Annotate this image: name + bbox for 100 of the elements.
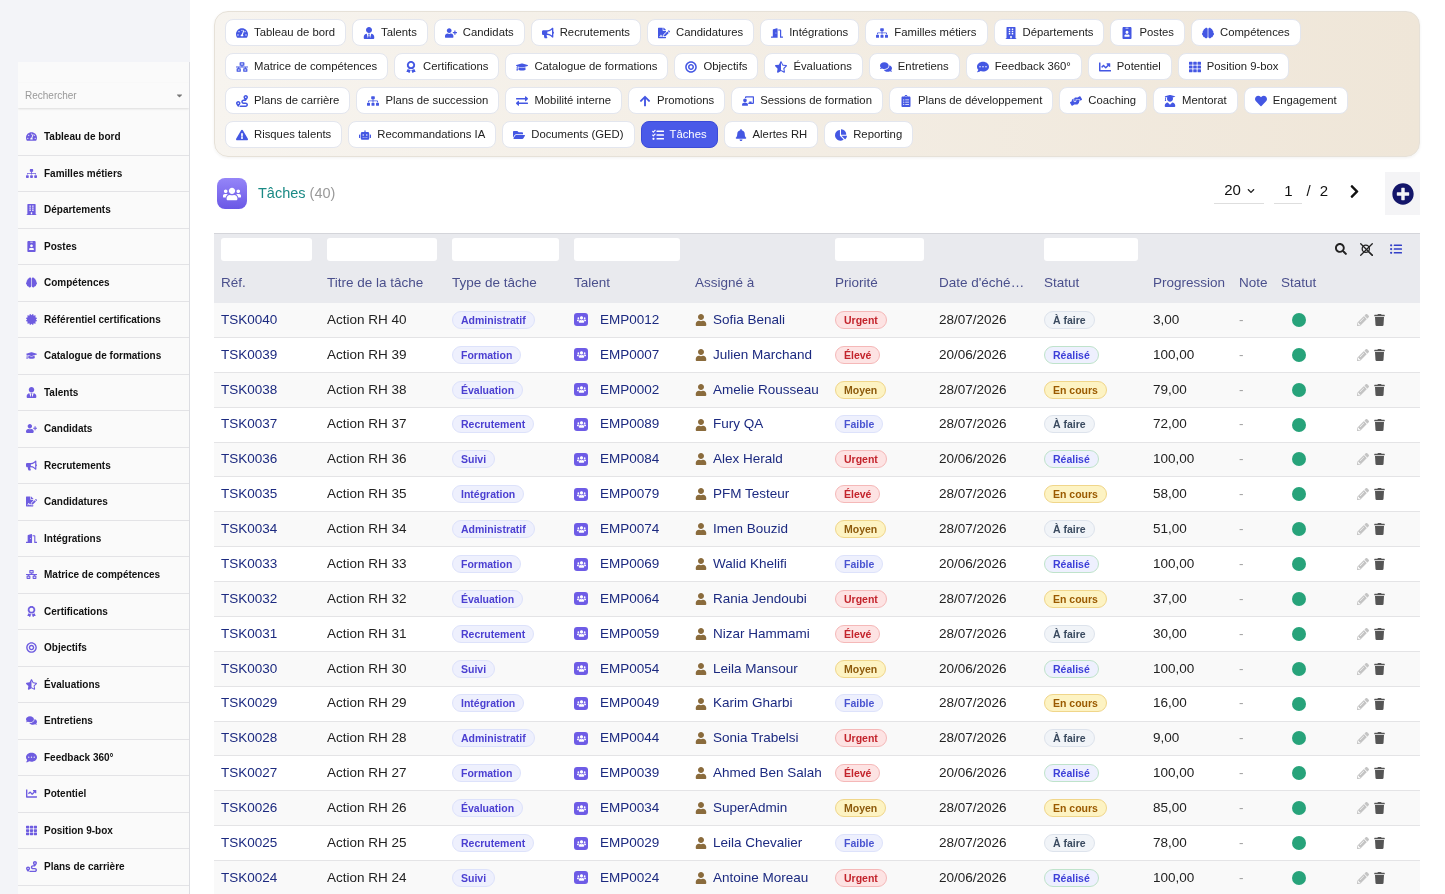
list-icon[interactable] [1390, 243, 1402, 255]
edit-button[interactable] [1357, 767, 1369, 780]
nav-tab[interactable]: Évaluations [764, 53, 863, 80]
next-page-button[interactable] [1349, 183, 1360, 199]
delete-button[interactable] [1374, 662, 1385, 675]
column-header[interactable]: Priorité [835, 274, 878, 290]
sidebar-item[interactable]: Talents [18, 374, 189, 411]
ref-link[interactable]: TSK0026 [221, 800, 278, 816]
delete-button[interactable] [1374, 697, 1385, 710]
nav-tab[interactable]: Tâches [640, 121, 718, 148]
nav-tab[interactable]: Documents (GED) [502, 121, 635, 148]
nav-tab[interactable]: Plans de carrière [225, 87, 351, 114]
edit-button[interactable] [1357, 871, 1369, 884]
delete-button[interactable] [1374, 802, 1385, 815]
nav-tab[interactable]: Reporting [824, 121, 914, 148]
delete-button[interactable] [1374, 767, 1385, 780]
edit-button[interactable] [1357, 802, 1369, 815]
nav-tab[interactable]: Certifications [394, 53, 500, 80]
delete-button[interactable] [1374, 871, 1385, 884]
delete-button[interactable] [1374, 732, 1385, 745]
nav-tab[interactable]: Matrice de compétences [225, 53, 389, 80]
nav-tab[interactable]: Postes [1110, 19, 1185, 46]
sidebar-item[interactable]: Potentiel [18, 776, 189, 813]
sidebar-item[interactable]: Référentiel certifications [18, 301, 189, 338]
sidebar-item[interactable]: Compétences [18, 265, 189, 302]
edit-button[interactable] [1357, 383, 1369, 396]
edit-button[interactable] [1357, 732, 1369, 745]
search-field[interactable]: Rechercher [18, 83, 189, 108]
nav-tab[interactable]: Départements [993, 19, 1105, 46]
edit-button[interactable] [1357, 592, 1369, 605]
nav-tab[interactable]: Objectifs [674, 53, 759, 80]
nav-tab[interactable]: Familles métiers [865, 19, 988, 46]
column-header[interactable]: Statut [1281, 274, 1317, 290]
delete-button[interactable] [1374, 313, 1385, 326]
sidebar-item[interactable]: Intégrations [18, 520, 189, 557]
nav-tab[interactable]: Compétences [1191, 19, 1301, 46]
column-header[interactable]: Type de tâche [452, 274, 537, 290]
sidebar-item[interactable]: Familles métiers [18, 155, 189, 192]
sidebar-item[interactable]: Certifications [18, 593, 189, 630]
nav-tab[interactable]: Tableau de bord [225, 19, 347, 46]
nav-tab[interactable]: Sessions de formation [731, 87, 883, 114]
nav-tab[interactable]: Intégrations [760, 19, 860, 46]
sidebar-item[interactable]: Évaluations [18, 666, 189, 703]
search-off-icon[interactable] [1360, 242, 1373, 256]
sidebar-item[interactable]: Position 9-box [18, 812, 189, 849]
sidebar-item[interactable]: Départements [18, 192, 189, 229]
nav-tab[interactable]: Recrutements [530, 19, 642, 46]
edit-button[interactable] [1357, 418, 1369, 431]
column-header[interactable]: Réf. [221, 274, 246, 290]
nav-tab[interactable]: Mentorat [1153, 87, 1238, 114]
delete-button[interactable] [1374, 837, 1385, 850]
nav-tab[interactable]: Recommandations IA [348, 121, 497, 148]
ref-link[interactable]: TSK0025 [221, 834, 278, 850]
delete-button[interactable] [1374, 348, 1385, 361]
ref-link[interactable]: TSK0028 [221, 730, 278, 746]
edit-button[interactable] [1357, 558, 1369, 571]
nav-tab[interactable]: Potentiel [1087, 53, 1172, 80]
edit-button[interactable] [1357, 348, 1369, 361]
edit-button[interactable] [1357, 627, 1369, 640]
nav-tab[interactable]: Candidats [433, 19, 525, 46]
ref-link[interactable]: TSK0036 [221, 451, 278, 467]
nav-tab[interactable]: Plans de développement [888, 87, 1054, 114]
ref-link[interactable]: TSK0034 [221, 521, 278, 537]
edit-button[interactable] [1357, 837, 1369, 850]
add-button[interactable] [1385, 172, 1420, 215]
edit-button[interactable] [1357, 453, 1369, 466]
search-icon[interactable] [1335, 243, 1347, 255]
column-header[interactable]: Date d'éché… [939, 274, 1025, 290]
delete-button[interactable] [1374, 558, 1385, 571]
nav-tab[interactable]: Talents [352, 19, 428, 46]
nav-tab[interactable]: Risques talents [225, 121, 343, 148]
nav-tab[interactable]: Feedback 360° [965, 53, 1082, 80]
nav-tab[interactable]: Coaching [1059, 87, 1148, 114]
delete-button[interactable] [1374, 418, 1385, 431]
edit-button[interactable] [1357, 488, 1369, 501]
sidebar-item[interactable]: Matrice de compétences [18, 557, 189, 594]
sidebar-item[interactable]: Recrutements [18, 447, 189, 484]
nav-tab[interactable]: Catalogue de formations [505, 53, 669, 80]
nav-tab[interactable]: Mobilité interne [505, 87, 622, 114]
ref-link[interactable]: TSK0040 [221, 311, 278, 327]
column-header[interactable]: Note [1239, 274, 1268, 290]
ref-link[interactable]: TSK0033 [221, 555, 278, 571]
sidebar-item[interactable]: Tableau de bord [18, 119, 189, 156]
page-field[interactable]: 1 [1274, 178, 1303, 204]
column-header[interactable]: Assigné à [695, 274, 755, 290]
ref-link[interactable]: TSK0038 [221, 381, 278, 397]
edit-button[interactable] [1357, 697, 1369, 710]
delete-button[interactable] [1374, 453, 1385, 466]
ref-link[interactable]: TSK0032 [221, 590, 278, 606]
sidebar-item[interactable]: Candidats [18, 411, 189, 448]
nav-tab[interactable]: Candidatures [647, 19, 755, 46]
nav-tab[interactable]: Engagement [1243, 87, 1348, 114]
delete-button[interactable] [1374, 488, 1385, 501]
sidebar-item[interactable]: Candidatures [18, 484, 189, 521]
ref-link[interactable]: TSK0039 [221, 346, 278, 362]
sidebar-item[interactable]: Objectifs [18, 630, 189, 667]
ref-link[interactable]: TSK0037 [221, 416, 278, 432]
delete-button[interactable] [1374, 383, 1385, 396]
delete-button[interactable] [1374, 627, 1385, 640]
sidebar-item[interactable]: Feedback 360° [18, 739, 189, 776]
